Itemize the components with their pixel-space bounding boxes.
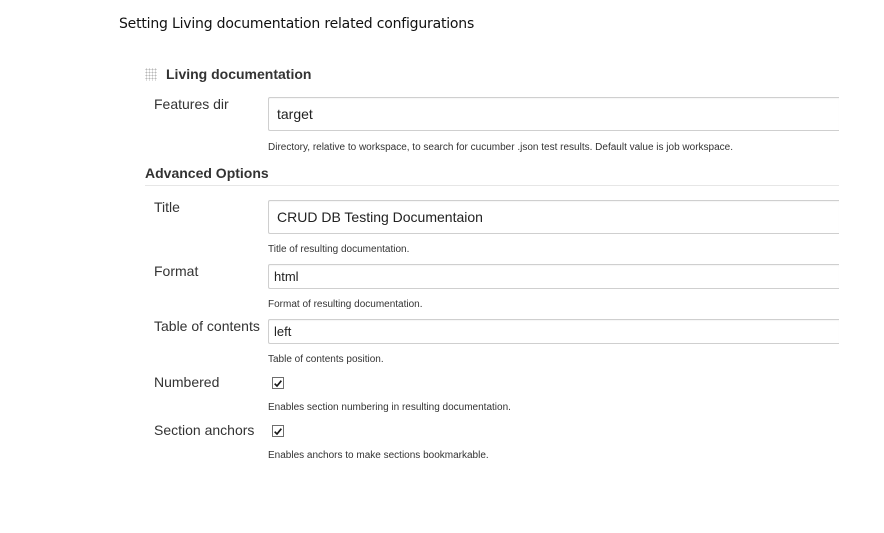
section-anchors-checkbox[interactable]: [272, 425, 284, 437]
format-input[interactable]: html: [268, 264, 839, 289]
section-anchors-label: Section anchors: [154, 422, 255, 438]
advanced-options-divider: [145, 185, 839, 186]
table-of-contents-input[interactable]: left: [268, 319, 839, 344]
table-of-contents-value: left: [274, 324, 292, 339]
title-label: Title: [154, 199, 180, 215]
title-hint: Title of resulting documentation.: [268, 244, 410, 255]
features-dir-hint: Directory, relative to workspace, to sea…: [268, 142, 734, 153]
advanced-options-heading: Advanced Options: [145, 165, 269, 181]
numbered-label: Numbered: [154, 374, 220, 390]
features-dir-input[interactable]: target: [268, 97, 839, 131]
title-input[interactable]: CRUD DB Testing Documentaion: [268, 200, 839, 234]
section-header-living-documentation: Living documentation: [145, 66, 311, 82]
numbered-checkbox[interactable]: [272, 377, 284, 389]
numbered-hint: Enables section numbering in resulting d…: [268, 402, 511, 413]
table-of-contents-label: Table of contents: [154, 318, 260, 334]
features-dir-value: target: [277, 106, 313, 122]
drag-handle-icon[interactable]: [145, 67, 157, 81]
section-anchors-hint: Enables anchors to make sections bookmar…: [268, 450, 489, 461]
format-hint: Format of resulting documentation.: [268, 299, 423, 310]
table-of-contents-hint: Table of contents position.: [268, 354, 384, 365]
title-value: CRUD DB Testing Documentaion: [277, 209, 483, 225]
format-value: html: [274, 269, 299, 284]
page-caption: Setting Living documentation related con…: [119, 16, 475, 32]
checkmark-icon: [274, 427, 282, 435]
checkmark-icon: [274, 379, 282, 387]
features-dir-label: Features dir: [154, 96, 229, 112]
format-label: Format: [154, 263, 199, 279]
section-title: Living documentation: [166, 66, 312, 82]
